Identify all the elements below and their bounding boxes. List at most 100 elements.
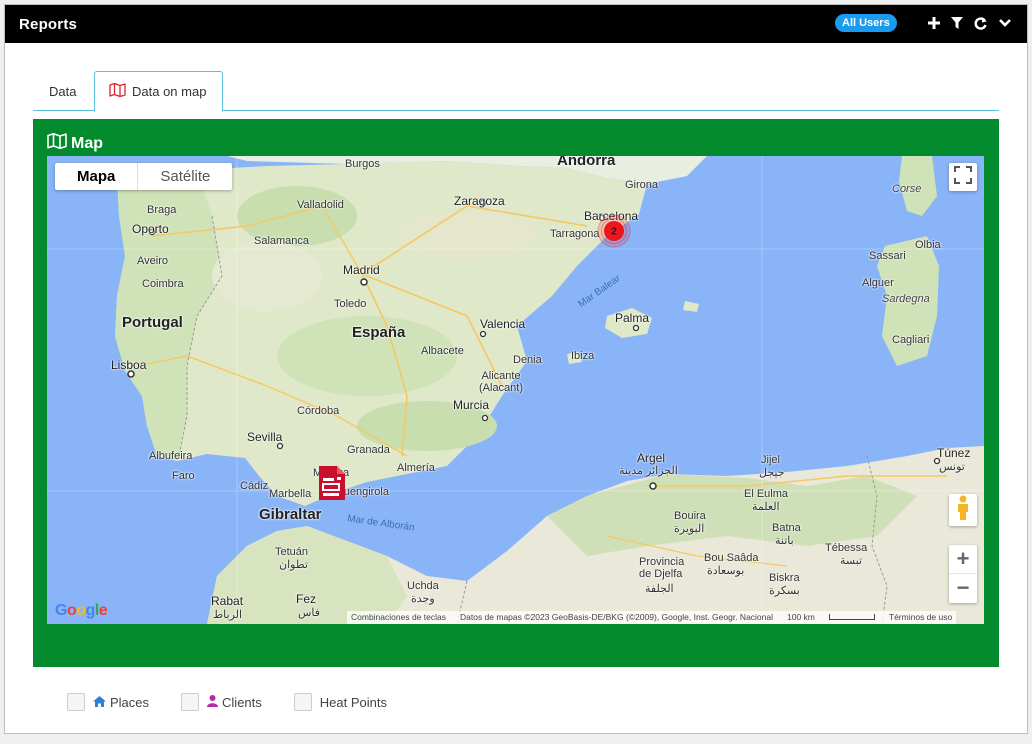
home-icon	[93, 695, 106, 710]
title-bar: Reports All Users	[5, 5, 1027, 43]
label-biskra: Biskra	[769, 572, 800, 584]
label-albacete: Albacete	[421, 345, 464, 357]
user-icon	[207, 694, 219, 710]
label-palma: Palma	[615, 311, 650, 325]
plus-icon[interactable]	[926, 14, 942, 32]
label-lisboa: Lisboa	[111, 358, 147, 372]
map-type-map-button[interactable]: Mapa	[55, 163, 139, 190]
label-tunez-ar: تونس	[939, 461, 965, 473]
label-jijel-ar: جيجل	[759, 467, 785, 479]
label-sardegna: Sardegna	[882, 293, 930, 305]
label-tarragona: Tarragona	[550, 228, 600, 240]
panel-title: Map	[47, 133, 103, 154]
map-attribution: Datos de mapas ©2023 GeoBasis-DE/BKG (©2…	[459, 612, 774, 622]
report-marker-icon[interactable]	[317, 464, 347, 502]
label-gibraltar: Gibraltar	[259, 506, 322, 523]
fullscreen-icon	[954, 165, 972, 189]
panel-title-text: Map	[71, 134, 103, 152]
label-bouira-ar: البويرة	[674, 523, 705, 535]
label-rabat-ar: الرباط	[213, 609, 243, 621]
label-granada: Granada	[347, 444, 390, 456]
label-alguer: Alguer	[862, 277, 894, 289]
label-bou-saada-ar: بوسعادة	[707, 565, 745, 577]
label-almeria: Almería	[397, 462, 435, 474]
scale-bar	[828, 614, 875, 620]
label-uchda-ar: وجدة	[411, 593, 435, 605]
label-batna-ar: باتنة	[775, 535, 794, 547]
label-djelfa: Provincia de Djelfa	[639, 556, 685, 580]
label-girona: Girona	[625, 179, 659, 191]
tab-data-label: Data	[49, 83, 77, 99]
label-zaragoza: Zaragoza	[454, 194, 505, 208]
cluster-count: 2	[611, 227, 617, 238]
label-aveiro: Aveiro	[137, 255, 168, 267]
label-corse: Corse	[892, 183, 922, 195]
label-jijel: Jijel	[761, 454, 780, 466]
chevron-down-icon[interactable]	[997, 14, 1013, 32]
places-checkbox[interactable]	[67, 693, 85, 711]
label-cordoba: Córdoba	[297, 405, 340, 417]
tab-data[interactable]: Data	[37, 73, 88, 109]
label-bouira: Bouira	[674, 510, 706, 522]
heat-points-checkbox[interactable]	[293, 693, 312, 711]
legend-clients[interactable]: Clients	[181, 693, 262, 711]
label-burgos: Burgos	[345, 158, 380, 170]
page-title: Reports	[19, 16, 78, 33]
label-cagliari: Cagliari	[892, 334, 930, 346]
label-faro: Faro	[172, 470, 195, 482]
map-legend: Places Clients Heat Points	[67, 690, 419, 714]
fullscreen-button[interactable]	[949, 163, 977, 191]
label-coimbra: Coimbra	[142, 278, 184, 290]
label-andorra: Andorra	[557, 156, 616, 169]
cluster-marker[interactable]: 2	[597, 214, 631, 248]
label-el-eulma-ar: العلمة	[752, 501, 780, 513]
label-tebessa-ar: تبسة	[840, 555, 863, 567]
legend-heat-points[interactable]: Heat Points	[293, 693, 387, 711]
label-uchda: Uchda	[407, 580, 439, 592]
label-olbia: Olbia	[915, 239, 941, 251]
tab-data-on-map[interactable]: Data on map	[94, 71, 223, 112]
label-argel: Argel	[637, 451, 666, 465]
map-type-satellite-button[interactable]: Satélite	[138, 163, 232, 190]
label-sevilla: Sevilla	[247, 430, 283, 444]
map-type-control: Mapa Satélite	[55, 163, 233, 190]
label-tebessa: Tébessa	[825, 542, 868, 554]
map-view[interactable]: Andorra Burgos Girona Zaragoza Barcelona…	[47, 156, 984, 624]
clients-checkbox[interactable]	[181, 693, 200, 711]
label-tetuan-ar: تطوان	[279, 559, 308, 571]
label-portugal: Portugal	[122, 314, 183, 331]
refresh-icon[interactable]	[972, 14, 988, 32]
zoom-out-button[interactable]: −	[949, 574, 977, 603]
label-alicante: Alicante (Alacant)	[479, 370, 524, 394]
label-fez-ar: فاس	[298, 607, 321, 619]
all-users-badge[interactable]: All Users	[835, 14, 897, 32]
legend-places[interactable]: Places	[67, 693, 149, 711]
label-murcia: Murcia	[453, 398, 490, 412]
label-el-eulma: El Eulma	[744, 488, 789, 500]
tab-bar: Data Data on map	[33, 71, 999, 112]
label-toledo: Toledo	[334, 298, 367, 310]
label-rabat: Rabat	[211, 594, 244, 608]
places-label: Places	[110, 694, 150, 710]
google-logo: Google	[55, 602, 108, 619]
pegman-icon	[956, 495, 970, 526]
map-icon	[109, 82, 126, 100]
zoom-in-button[interactable]: +	[949, 545, 977, 574]
street-view-button[interactable]	[949, 494, 977, 526]
keyboard-shortcuts-link[interactable]: Combinaciones de teclas	[351, 611, 446, 624]
label-madrid: Madrid	[343, 263, 380, 277]
heat-points-label: Heat Points	[319, 694, 387, 710]
label-biskra-ar: بسكرة	[769, 585, 800, 597]
label-salamanca: Salamanca	[254, 235, 310, 247]
terms-link[interactable]: Términos de uso	[889, 611, 952, 624]
label-oporto: Oporto	[132, 222, 169, 236]
filter-icon[interactable]	[949, 14, 965, 32]
label-tunez: Túnez	[937, 446, 971, 460]
reports-window: Reports All Users Data Data on map Map A…	[4, 4, 1028, 734]
label-valladolid: Valladolid	[297, 199, 344, 211]
map-footer: Combinaciones de teclas Datos de mapas ©…	[347, 611, 957, 624]
label-cadiz: Cádiz	[240, 480, 269, 492]
map-panel: Map Andorra Burgos Girona Zaragoza Barce…	[33, 119, 999, 667]
label-denia: Denia	[513, 354, 542, 366]
label-marbella: Marbella	[269, 488, 312, 500]
